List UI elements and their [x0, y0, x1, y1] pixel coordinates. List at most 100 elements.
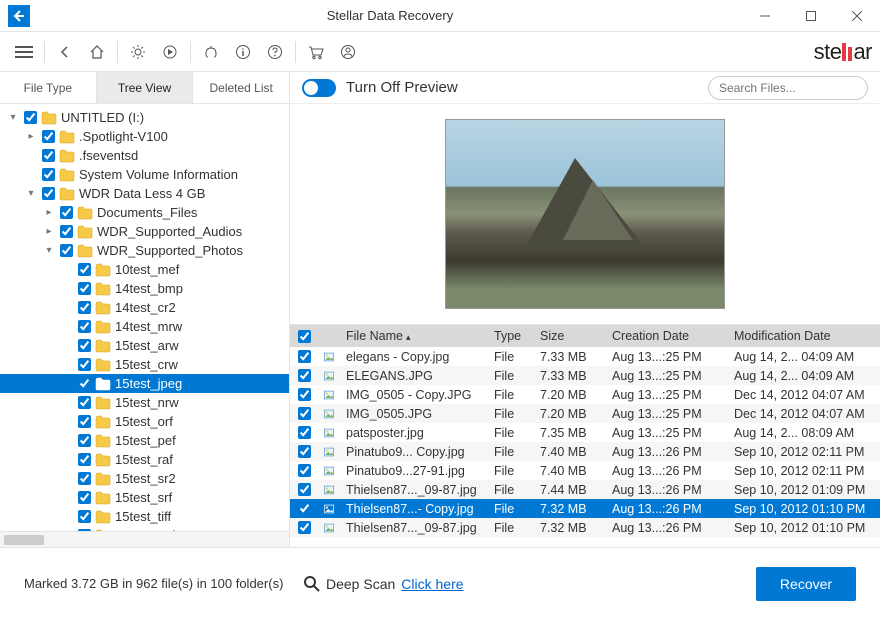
user-button[interactable] [332, 36, 364, 68]
tree-item[interactable]: ▾UNTITLED (I:) [0, 108, 289, 127]
minimize-button[interactable] [742, 0, 788, 32]
row-checkbox[interactable] [298, 445, 311, 458]
tree-checkbox[interactable] [60, 244, 73, 257]
expand-icon[interactable]: ▸ [42, 207, 56, 218]
buy-button[interactable] [300, 36, 332, 68]
tree-checkbox[interactable] [78, 510, 91, 523]
tree-checkbox[interactable] [78, 453, 91, 466]
table-row[interactable]: Thielsen87..._09-87.jpgFile7.32 MBAug 13… [290, 518, 880, 537]
tree-item[interactable]: 15test_sr2 [0, 469, 289, 488]
search-box[interactable] [708, 76, 868, 100]
help-button[interactable] [259, 36, 291, 68]
table-row[interactable]: IMG_0505 - Copy.JPGFile7.20 MBAug 13...:… [290, 385, 880, 404]
row-checkbox[interactable] [298, 407, 311, 420]
tree-h-scrollbar[interactable] [0, 531, 289, 547]
recover-button[interactable]: Recover [756, 567, 856, 601]
deep-scan-link[interactable]: Click here [401, 576, 463, 592]
tree-item[interactable]: 15test_x3f [0, 526, 289, 531]
row-checkbox[interactable] [298, 426, 311, 439]
tree-checkbox[interactable] [42, 149, 55, 162]
folder-tree[interactable]: ▾UNTITLED (I:)▸.Spotlight-V100.fseventsd… [0, 104, 289, 531]
info-button[interactable] [227, 36, 259, 68]
col-size[interactable]: Size [534, 329, 606, 343]
tree-checkbox[interactable] [78, 491, 91, 504]
tree-checkbox[interactable] [78, 434, 91, 447]
tree-item[interactable]: 10test_mef [0, 260, 289, 279]
table-row[interactable]: Thielsen87...- Copy.jpgFile7.32 MBAug 13… [290, 499, 880, 518]
tree-item[interactable]: .fseventsd [0, 146, 289, 165]
table-row[interactable]: patsposter.jpgFile7.35 MBAug 13...:25 PM… [290, 423, 880, 442]
tab-tree-view[interactable]: Tree View [97, 72, 194, 103]
col-type[interactable]: Type [488, 329, 534, 343]
tree-item[interactable]: ▸WDR_Supported_Audios [0, 222, 289, 241]
tree-checkbox[interactable] [60, 225, 73, 238]
expand-icon[interactable]: ▸ [42, 226, 56, 237]
expand-icon[interactable]: ▸ [24, 131, 38, 142]
menu-button[interactable] [8, 36, 40, 68]
table-row[interactable]: Pinatubo9...27-91.jpgFile7.40 MBAug 13..… [290, 461, 880, 480]
table-row[interactable]: Thielsen87..._09-87.jpgFile7.44 MBAug 13… [290, 480, 880, 499]
tree-item[interactable]: ▸.Spotlight-V100 [0, 127, 289, 146]
maximize-button[interactable] [788, 0, 834, 32]
tree-checkbox[interactable] [78, 301, 91, 314]
tree-checkbox[interactable] [60, 206, 73, 219]
tree-item[interactable]: 15test_srf [0, 488, 289, 507]
tree-checkbox[interactable] [78, 415, 91, 428]
table-row[interactable]: elegans - Copy.jpgFile7.33 MBAug 13...:2… [290, 347, 880, 366]
table-row[interactable]: Pinatubo9... Copy.jpgFile7.40 MBAug 13..… [290, 442, 880, 461]
row-checkbox[interactable] [298, 521, 311, 534]
back-button[interactable] [49, 36, 81, 68]
tree-item[interactable]: 14test_mrw [0, 317, 289, 336]
expand-icon[interactable]: ▾ [6, 112, 20, 123]
row-checkbox[interactable] [298, 464, 311, 477]
home-button[interactable] [81, 36, 113, 68]
table-row[interactable]: IMG_0505.JPGFile7.20 MBAug 13...:25 PMDe… [290, 404, 880, 423]
tree-checkbox[interactable] [78, 320, 91, 333]
tree-checkbox[interactable] [78, 377, 91, 390]
table-row[interactable]: ELEGANS.JPGFile7.33 MBAug 13...:25 PMAug… [290, 366, 880, 385]
tree-item[interactable]: 15test_pef [0, 431, 289, 450]
tree-item[interactable]: System Volume Information [0, 165, 289, 184]
expand-icon[interactable]: ▾ [24, 188, 38, 199]
tree-item[interactable]: 14test_bmp [0, 279, 289, 298]
col-modification-date[interactable]: Modification Date [728, 329, 880, 343]
tree-checkbox[interactable] [42, 130, 55, 143]
tree-item[interactable]: 15test_crw [0, 355, 289, 374]
tree-checkbox[interactable] [78, 396, 91, 409]
tree-item[interactable]: ▾WDR Data Less 4 GB [0, 184, 289, 203]
tree-checkbox[interactable] [42, 187, 55, 200]
tree-item[interactable]: 15test_jpeg [0, 374, 289, 393]
row-checkbox[interactable] [298, 369, 311, 382]
tab-deleted-list[interactable]: Deleted List [193, 72, 289, 103]
tree-item[interactable]: 15test_arw [0, 336, 289, 355]
tree-item[interactable]: 15test_tiff [0, 507, 289, 526]
select-all-checkbox[interactable] [298, 330, 311, 343]
tree-item[interactable]: 15test_raf [0, 450, 289, 469]
support-button[interactable] [195, 36, 227, 68]
settings-button[interactable] [122, 36, 154, 68]
col-file-name[interactable]: File Name▴ [340, 329, 488, 343]
tree-checkbox[interactable] [78, 263, 91, 276]
tree-checkbox[interactable] [42, 168, 55, 181]
tab-file-type[interactable]: File Type [0, 72, 97, 103]
tree-checkbox[interactable] [78, 282, 91, 295]
row-checkbox[interactable] [298, 388, 311, 401]
row-checkbox[interactable] [298, 502, 311, 515]
tree-checkbox[interactable] [24, 111, 37, 124]
tree-item[interactable]: 14test_cr2 [0, 298, 289, 317]
tree-checkbox[interactable] [78, 472, 91, 485]
search-input[interactable] [719, 81, 874, 95]
row-checkbox[interactable] [298, 483, 311, 496]
tree-item[interactable]: 15test_nrw [0, 393, 289, 412]
tree-checkbox[interactable] [78, 529, 91, 531]
resume-button[interactable] [154, 36, 186, 68]
tree-checkbox[interactable] [78, 358, 91, 371]
row-checkbox[interactable] [298, 350, 311, 363]
tree-item[interactable]: 15test_orf [0, 412, 289, 431]
tree-item[interactable]: ▸Documents_Files [0, 203, 289, 222]
col-creation-date[interactable]: Creation Date [606, 329, 728, 343]
tree-item[interactable]: ▾WDR_Supported_Photos [0, 241, 289, 260]
close-button[interactable] [834, 0, 880, 32]
preview-toggle[interactable] [302, 79, 336, 97]
tree-checkbox[interactable] [78, 339, 91, 352]
